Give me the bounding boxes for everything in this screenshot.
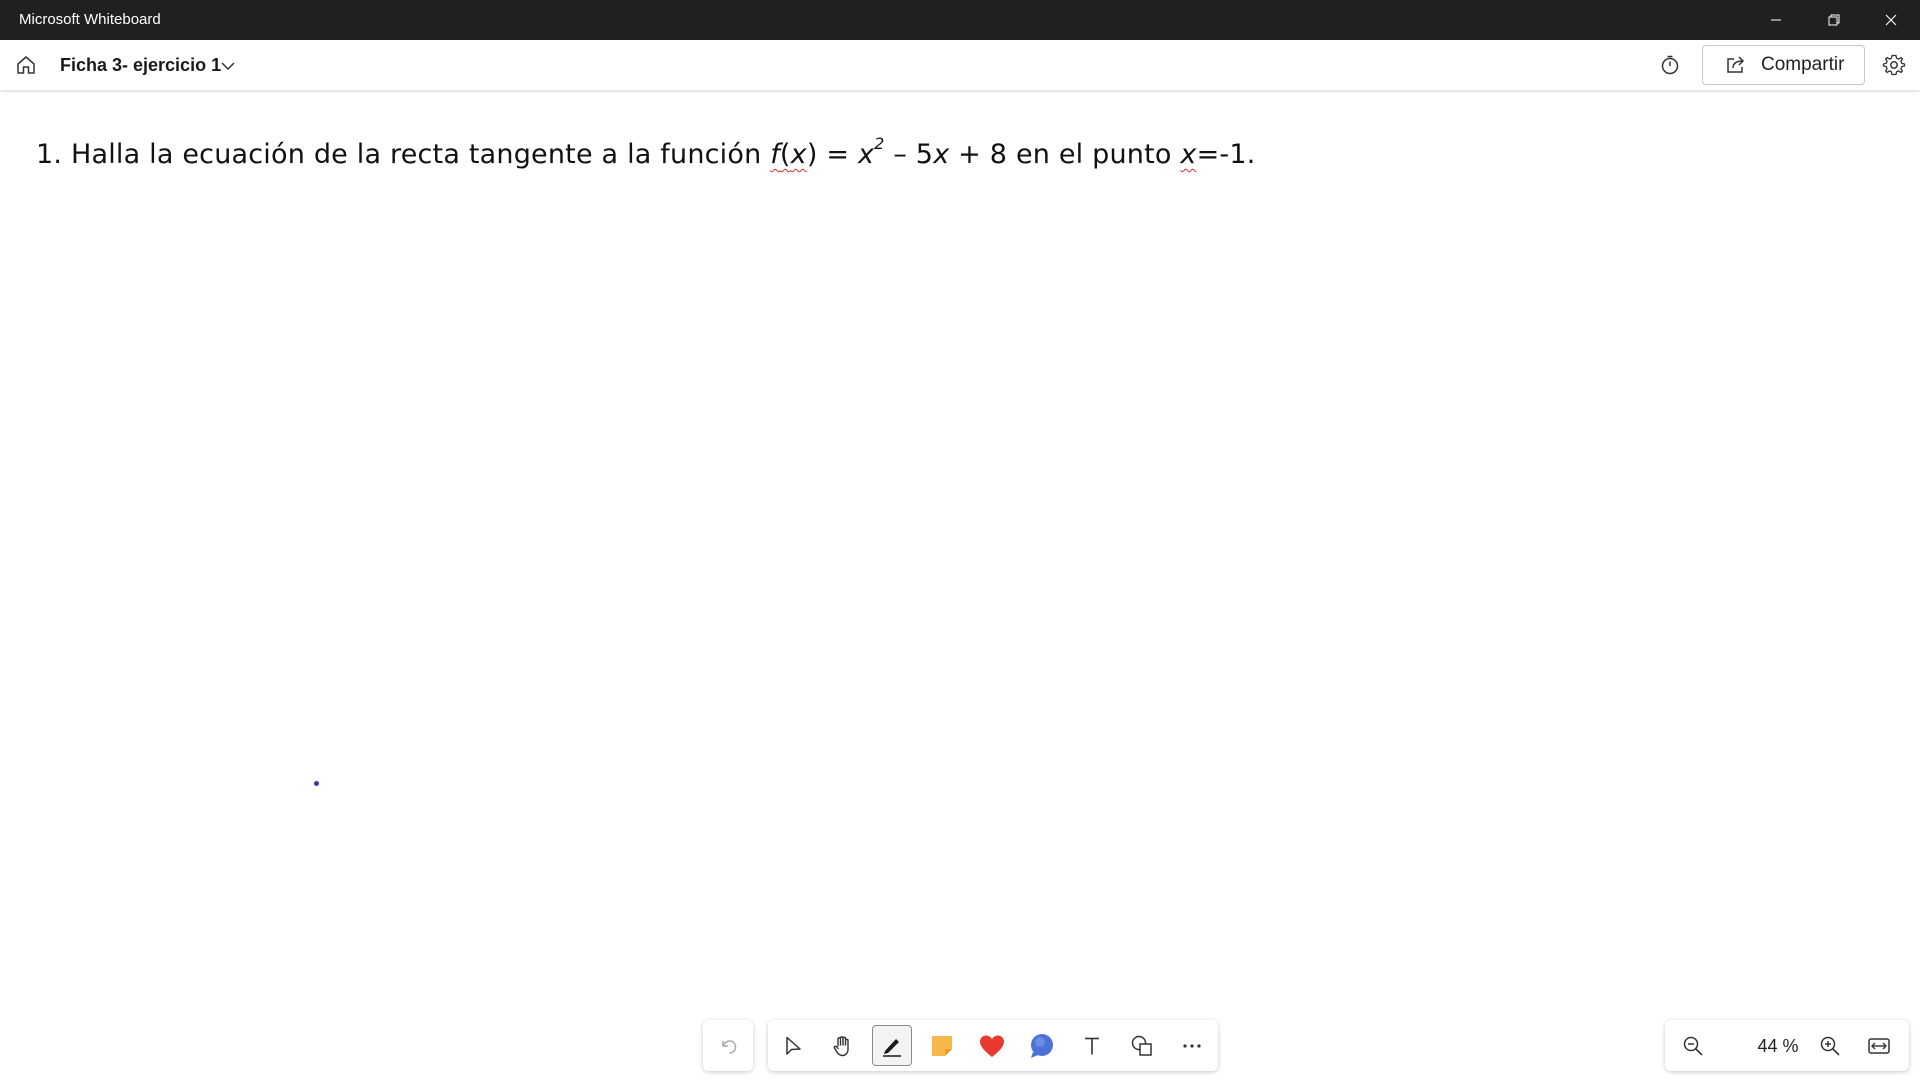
heart-icon: [980, 1035, 1004, 1057]
minimize-button[interactable]: [1747, 0, 1805, 40]
chevron-down-icon: [221, 62, 235, 71]
restore-button[interactable]: [1805, 0, 1863, 40]
text-tool[interactable]: [1072, 1025, 1112, 1066]
math-exponent: 2: [874, 134, 885, 153]
sticky-note-icon: [932, 1035, 952, 1056]
restore-icon: [1828, 14, 1840, 26]
pen-tool[interactable]: [872, 1025, 912, 1066]
pen-icon: [883, 1038, 901, 1057]
tools-toolbar: [768, 1020, 1218, 1071]
close-icon: [1885, 14, 1897, 26]
share-icon: [1727, 56, 1745, 73]
ink-dot[interactable]: [314, 781, 319, 786]
board-title[interactable]: Ficha 3- ejercicio 1: [60, 55, 221, 76]
math-close-eq: ) =: [806, 139, 858, 170]
share-label: Compartir: [1761, 54, 1845, 75]
math-f: f: [770, 139, 780, 170]
settings-button[interactable]: [1876, 48, 1912, 82]
zoom-toolbar: 44 %: [1665, 1020, 1909, 1071]
undo-icon: [722, 1039, 737, 1054]
app-header: Ficha 3- ejercicio 1 Compartir: [0, 40, 1920, 90]
minimize-icon: [1771, 19, 1781, 21]
home-icon: [17, 56, 35, 74]
whiteboard-canvas[interactable]: [0, 90, 1920, 1080]
pan-tool[interactable]: [823, 1025, 863, 1066]
problem-end: =-1.: [1196, 139, 1256, 170]
share-button[interactable]: Compartir: [1702, 45, 1865, 85]
more-tools-button[interactable]: [1172, 1025, 1212, 1066]
zoom-in-icon: [1820, 1036, 1840, 1056]
zoom-in-button[interactable]: [1812, 1028, 1848, 1064]
zoom-out-icon: [1683, 1036, 1703, 1056]
shapes-tool[interactable]: [1122, 1025, 1162, 1066]
close-button[interactable]: [1862, 0, 1920, 40]
select-tool[interactable]: [773, 1025, 813, 1066]
zoom-out-button[interactable]: [1675, 1028, 1711, 1064]
select-pointer-icon: [786, 1036, 801, 1055]
math-open-paren: (: [779, 139, 791, 170]
timer-icon: [1661, 55, 1679, 75]
board-title-dropdown[interactable]: [216, 54, 240, 78]
math-x: x: [790, 139, 807, 170]
home-button[interactable]: [8, 47, 44, 83]
undo-button[interactable]: [703, 1020, 753, 1071]
math-middle: – 5: [884, 139, 934, 170]
problem-prefix: 1. Halla la ecuación de la recta tangent…: [36, 139, 771, 170]
text-icon: [1085, 1037, 1099, 1054]
hand-icon: [833, 1035, 849, 1056]
problem-after: + 8 en el punto: [949, 139, 1181, 170]
more-icon: [1183, 1043, 1201, 1048]
fit-to-screen-icon: [1868, 1038, 1890, 1054]
math-x-linear: x: [933, 139, 950, 170]
comment-icon: [1031, 1033, 1053, 1058]
sticky-note-tool[interactable]: [922, 1025, 962, 1066]
zoom-level[interactable]: 44 %: [1735, 1036, 1821, 1057]
fit-to-screen-button[interactable]: [1861, 1028, 1897, 1064]
math-x-squared: x: [857, 139, 875, 170]
gear-icon: [1882, 54, 1906, 76]
comment-tool[interactable]: [1022, 1025, 1062, 1066]
shapes-icon: [1131, 1035, 1152, 1056]
title-bar: Microsoft Whiteboard: [0, 0, 1920, 40]
timer-button[interactable]: [1653, 49, 1687, 81]
app-title: Microsoft Whiteboard: [19, 11, 161, 28]
reaction-tool[interactable]: [972, 1025, 1012, 1066]
problem-statement[interactable]: 1. Halla la ecuación de la recta tangent…: [36, 134, 1256, 170]
math-x-point: x: [1180, 139, 1197, 170]
